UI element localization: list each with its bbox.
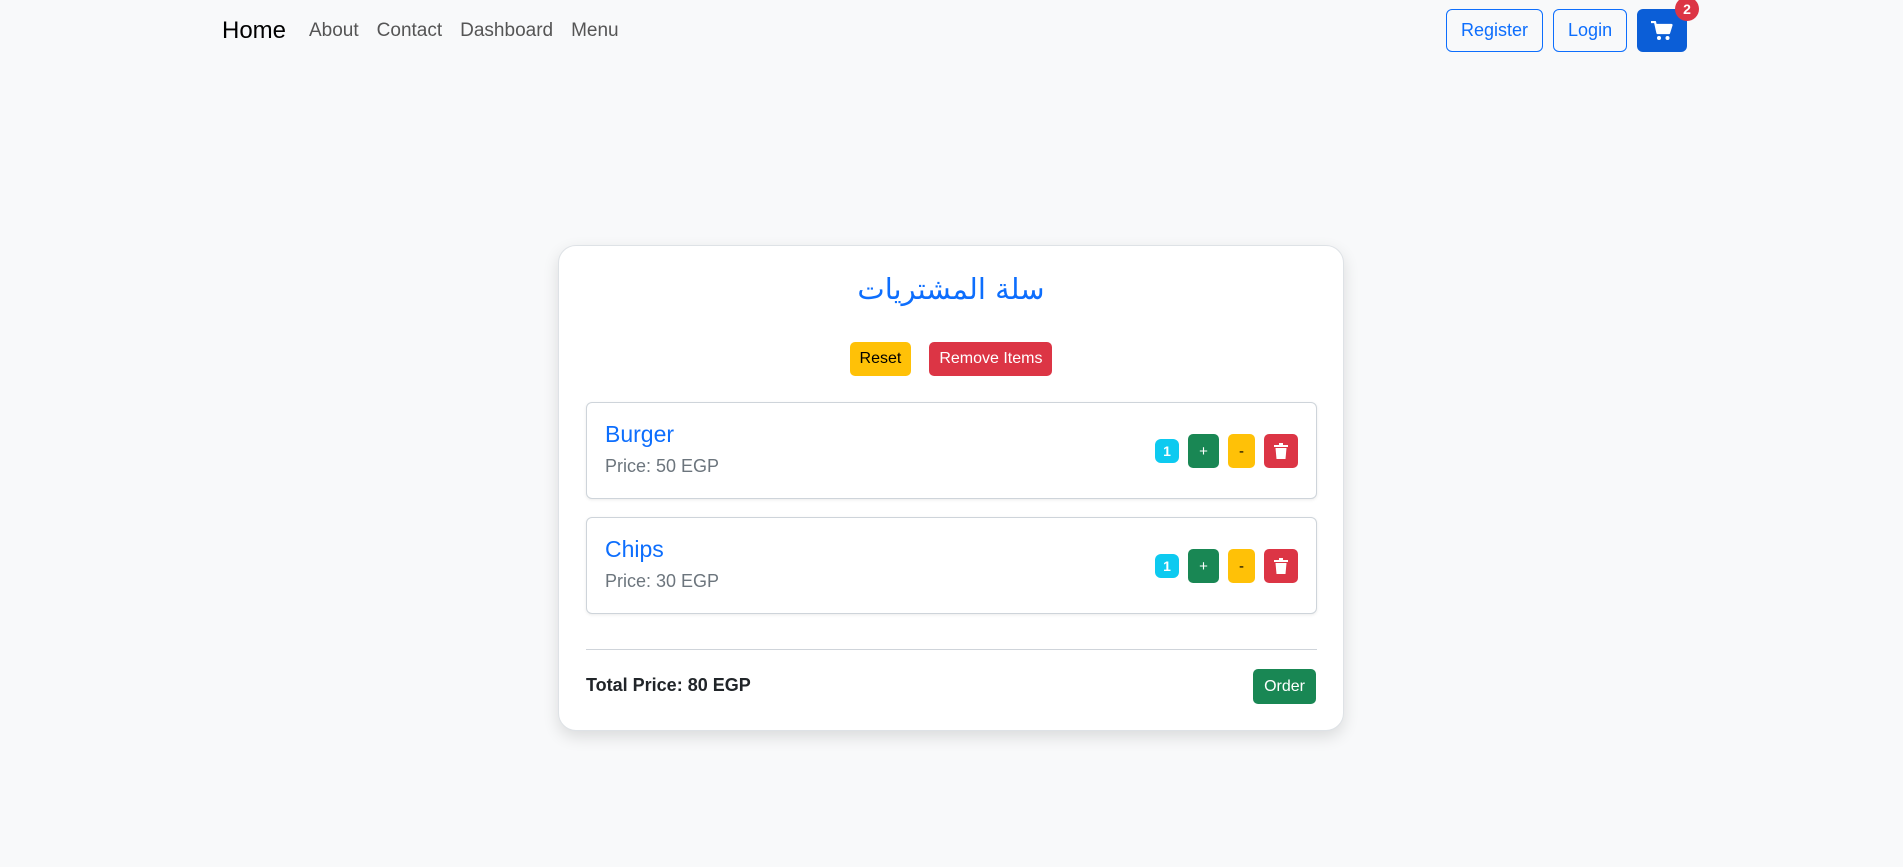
register-button[interactable]: Register — [1446, 9, 1544, 52]
nav-links: About Contact Dashboard Menu — [309, 20, 637, 42]
quantity-badge: 1 — [1155, 554, 1179, 578]
cart-count-badge: 2 — [1675, 0, 1700, 21]
delete-item-button[interactable] — [1264, 434, 1298, 468]
reset-button[interactable]: Reset — [849, 342, 912, 376]
nav-brand-home[interactable]: Home — [222, 17, 286, 45]
item-name: Burger — [605, 421, 675, 447]
cart-card: سلة المشتريات Reset Remove Items Burger … — [558, 245, 1344, 731]
trash-icon — [1274, 558, 1288, 574]
remove-items-button[interactable]: Remove Items — [929, 342, 1053, 376]
item-price: Price: 30 EGP — [605, 571, 720, 591]
decrease-quantity-button[interactable]: - — [1228, 434, 1255, 468]
cart-actions: Reset Remove Items — [559, 342, 1343, 376]
nav-link-dashboard[interactable]: Dashboard — [460, 20, 553, 42]
total-price: Total Price: 80 EGP — [586, 675, 751, 695]
cart-icon — [1651, 20, 1673, 40]
cart-item: Burger Price: 50 EGP 1 + - — [586, 402, 1317, 499]
nav-link-menu[interactable]: Menu — [571, 20, 619, 42]
nav-link-contact[interactable]: Contact — [377, 20, 442, 42]
cart-button[interactable]: 2 — [1637, 0, 1700, 52]
item-controls: 1 + - — [1155, 434, 1298, 468]
increase-quantity-button[interactable]: + — [1188, 549, 1219, 583]
decrease-quantity-button[interactable]: - — [1228, 549, 1255, 583]
item-controls: 1 + - — [1155, 549, 1298, 583]
delete-item-button[interactable] — [1264, 549, 1298, 583]
nav-actions: Register Login 2 — [1446, 0, 1700, 52]
item-name: Chips — [605, 536, 664, 562]
login-button[interactable]: Login — [1553, 9, 1628, 52]
increase-quantity-button[interactable]: + — [1188, 434, 1219, 468]
item-price: Price: 50 EGP — [605, 456, 720, 476]
cart-item: Chips Price: 30 EGP 1 + - — [586, 517, 1317, 614]
quantity-badge: 1 — [1155, 439, 1179, 463]
cart-title: سلة المشتريات — [857, 272, 1045, 306]
divider — [586, 649, 1317, 650]
trash-icon — [1274, 443, 1288, 459]
nav-link-about[interactable]: About — [309, 20, 359, 42]
navbar: Home About Contact Dashboard Menu Regist… — [0, 0, 1903, 62]
order-button[interactable]: Order — [1253, 669, 1316, 704]
